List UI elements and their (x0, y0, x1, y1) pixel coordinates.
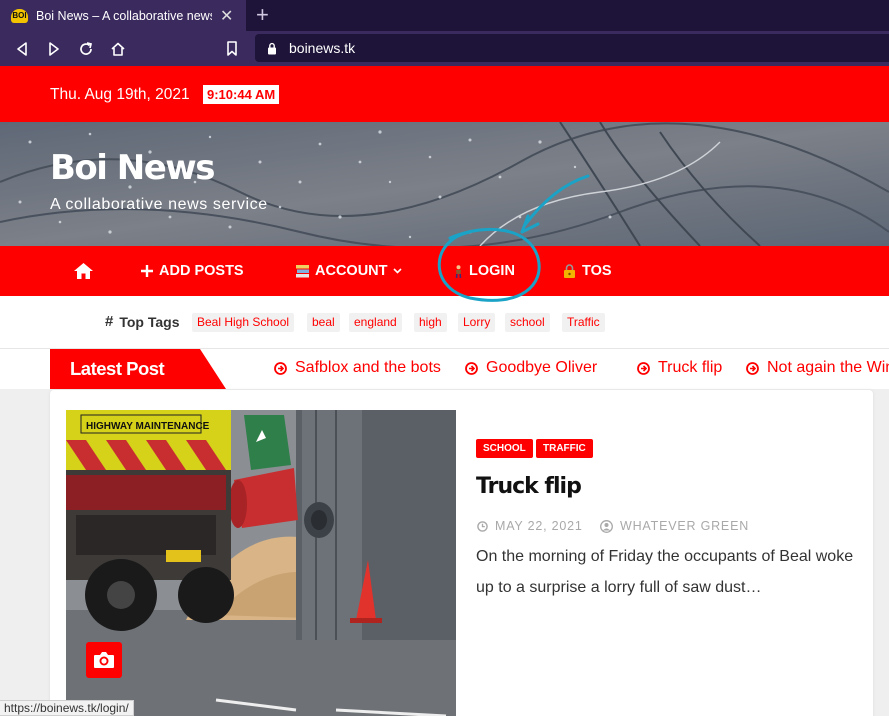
forward-icon[interactable] (43, 38, 65, 60)
site-tagline: A collaborative news service (50, 196, 268, 213)
post-title[interactable]: Truck flip (476, 474, 582, 499)
books-icon (296, 264, 309, 278)
post-author[interactable]: WHATEVER GREEN (600, 519, 749, 533)
main-navigation: ADD POSTS ACCOUNT LOGIN TOS (0, 246, 889, 296)
camera-icon[interactable] (86, 642, 122, 678)
chevron-down-icon (392, 268, 402, 274)
nav-add-posts-label: ADD POSTS (159, 263, 244, 279)
nav-account[interactable]: ACCOUNT (296, 246, 402, 296)
hashtag-icon: # (105, 313, 114, 330)
browser-status-bar: https://boinews.tk/login/ (0, 700, 134, 716)
user-icon (600, 519, 613, 533)
nav-login-label: LOGIN (469, 263, 515, 279)
latest-post-label: Latest Post (50, 349, 228, 389)
category-badge[interactable]: SCHOOL (476, 439, 533, 458)
ticker-item-label: Safblox and the bots (295, 359, 441, 376)
post-date-text: MAY 22, 2021 (495, 519, 583, 533)
arrow-circle-icon (746, 361, 759, 375)
header-banner: Boi News A collaborative news service (0, 122, 889, 246)
browser-tab-strip: BOI Boi News – A collaborative news serv… (0, 0, 889, 31)
nav-account-label: ACCOUNT (315, 263, 388, 279)
latest-post-text: Latest Post (70, 358, 165, 379)
arrow-circle-icon (637, 361, 650, 375)
ticker-item-label: Truck flip (658, 359, 723, 376)
tag-link[interactable]: high (414, 313, 447, 332)
post-date[interactable]: MAY 22, 2021 (477, 519, 583, 533)
nav-login[interactable]: LOGIN (454, 246, 515, 296)
post-thumbnail[interactable]: HIGHWAY MAINTENANCE (66, 410, 456, 716)
tag-link[interactable]: Beal High School (192, 313, 295, 332)
plus-icon (141, 265, 153, 277)
category-badge[interactable]: TRAFFIC (536, 439, 593, 458)
site-title[interactable]: Boi News (50, 148, 215, 188)
tag-link[interactable]: beal (307, 313, 340, 332)
browser-tab[interactable]: BOI Boi News – A collaborative news serv… (0, 0, 246, 31)
site-top-bar: Thu. Aug 19th, 2021 9:10:44 AM (0, 66, 889, 122)
padlock-icon (267, 42, 277, 55)
nav-home[interactable] (73, 246, 100, 296)
ticker-item[interactable]: Safblox and the bots (274, 359, 441, 377)
nav-tos-label: TOS (582, 263, 612, 279)
current-time: 9:10:44 AM (203, 85, 280, 104)
current-date: Thu. Aug 19th, 2021 (50, 86, 190, 103)
home-page-icon[interactable] (107, 38, 129, 60)
clock-icon (477, 520, 488, 532)
sign-text: HIGHWAY MAINTENANCE (86, 421, 210, 432)
address-bar[interactable]: boinews.tk (255, 34, 889, 62)
home-icon (73, 262, 94, 280)
tag-link[interactable]: Lorry (458, 313, 496, 332)
url-text: boinews.tk (289, 40, 356, 56)
top-tags-bar: # Top Tags Beal High School beal england… (0, 296, 889, 349)
post-excerpt: On the morning of Friday the occupants o… (476, 548, 854, 596)
bookmark-icon[interactable] (221, 38, 243, 60)
ticker-item-label: Not again the Wind (767, 359, 889, 376)
tag-link[interactable]: Traffic (562, 313, 605, 332)
lock-icon (563, 264, 576, 278)
arrow-circle-icon (465, 361, 478, 375)
back-icon[interactable] (11, 38, 33, 60)
new-tab-button[interactable]: + (256, 3, 269, 27)
tab-title: Boi News – A collaborative news service (36, 8, 212, 23)
ticker-item[interactable]: Not again the Wind (746, 359, 889, 377)
tag-link[interactable]: england (349, 313, 402, 332)
ticker-item[interactable]: Goodbye Oliver (465, 359, 597, 377)
latest-post-ticker: Latest Post Safblox and the bots Goodbye… (0, 349, 889, 389)
person-icon (454, 264, 463, 278)
browser-toolbar: boinews.tk (0, 31, 889, 66)
ticker-item[interactable]: Truck flip (637, 359, 722, 377)
post-author-text: WHATEVER GREEN (620, 519, 750, 533)
ticker-item-label: Goodbye Oliver (486, 359, 598, 376)
top-tags-label: Top Tags (119, 313, 180, 330)
top-tags-heading: # Top Tags (105, 313, 180, 330)
nav-tos[interactable]: TOS (563, 246, 612, 296)
tag-link[interactable]: school (505, 313, 550, 332)
nav-add-posts[interactable]: ADD POSTS (141, 246, 244, 296)
reload-icon[interactable] (75, 38, 97, 60)
site-favicon-icon: BOI (11, 8, 28, 23)
arrow-circle-icon (274, 361, 287, 375)
tab-close-icon[interactable]: ✕ (220, 6, 233, 26)
